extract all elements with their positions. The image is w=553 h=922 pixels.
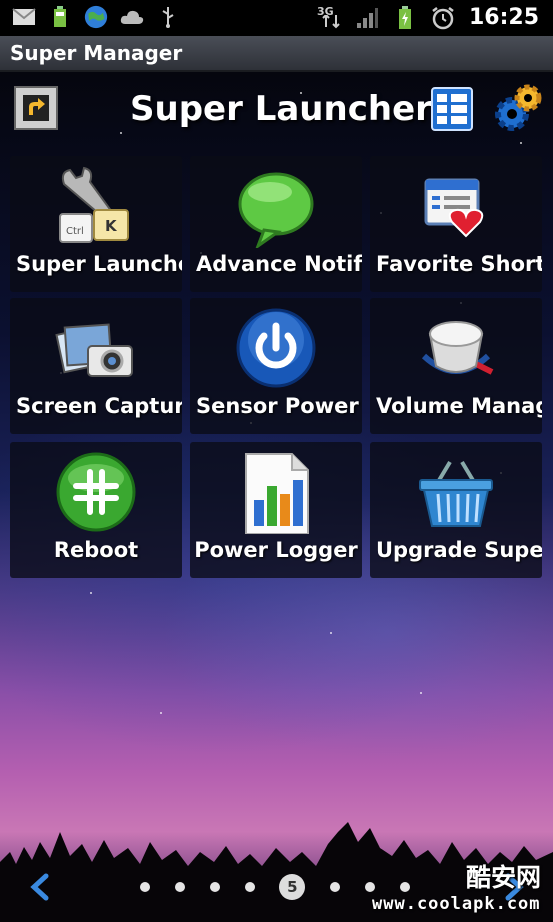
grid-view-button[interactable] [430, 86, 474, 132]
tile-volume-manager[interactable]: Volume Manag [370, 298, 542, 434]
tile-reboot[interactable]: Reboot [10, 442, 182, 578]
volume-knob-icon [414, 306, 498, 390]
tile-label: Volume Manag [376, 394, 542, 418]
tile-label: Reboot [53, 538, 139, 562]
tile-label: Advance Notifi [196, 252, 362, 276]
gmail-icon [12, 6, 36, 28]
grid-view-icon [431, 87, 473, 131]
reboot-icon [54, 450, 138, 534]
tile-upgrade-super[interactable]: Upgrade Super [370, 442, 542, 578]
app-title: Super Manager [10, 41, 183, 65]
battery-widget-icon [48, 6, 72, 28]
keyboard-wrench-icon: Ctrl K [54, 164, 138, 248]
tile-power-logger[interactable]: Power Logger [190, 442, 362, 578]
page-dot[interactable] [330, 882, 341, 892]
page-dot[interactable] [365, 882, 376, 892]
status-bar-left [12, 5, 180, 29]
shopping-basket-icon [414, 450, 498, 534]
tile-label: Screen Capture [16, 394, 182, 418]
svg-text:Ctrl: Ctrl [66, 226, 84, 237]
power-button-icon [234, 306, 318, 390]
header-title: Super Launcher [130, 89, 432, 129]
back-shortcut-button[interactable] [14, 86, 58, 130]
status-bar: 3G 16:25 [0, 0, 553, 36]
page-dot[interactable] [174, 882, 185, 892]
page-dot[interactable] [140, 882, 150, 892]
network-3g-icon: 3G [317, 5, 341, 29]
battery-icon [393, 6, 417, 29]
page-dot[interactable] [244, 882, 255, 892]
page-indicator[interactable]: 5 [140, 872, 410, 902]
tile-label: Super Launcher [16, 252, 182, 276]
app-title-bar: Super Manager [0, 36, 553, 72]
signal-icon [355, 7, 379, 29]
usb-icon [156, 6, 180, 28]
tile-label: Upgrade Super [376, 538, 542, 562]
tile-super-launcher[interactable]: Ctrl K Super Launcher [10, 156, 182, 292]
svg-text:K: K [105, 217, 118, 235]
chevron-left-icon [30, 873, 49, 901]
bar-chart-document-icon [234, 450, 318, 535]
favorite-list-heart-icon [414, 164, 498, 248]
watermark-logo: 酷安网 [466, 863, 542, 892]
watermark-url: www.coolapk.com [372, 894, 541, 914]
page-dot[interactable] [399, 882, 410, 892]
page-dot[interactable] [209, 882, 220, 892]
tile-advance-notification[interactable]: Advance Notifi [190, 156, 362, 292]
tile-sensor-power[interactable]: Sensor Power C [190, 298, 362, 434]
camera-photos-icon [54, 306, 138, 390]
tile-label: Sensor Power C [196, 394, 362, 418]
tile-screen-capture[interactable]: Screen Capture [10, 298, 182, 434]
tile-label: Favorite Shorto [376, 252, 542, 276]
settings-gear-icon [495, 84, 542, 131]
clock: 16:25 [468, 5, 539, 30]
globe-icon [84, 5, 108, 29]
tile-label: Power Logger [194, 538, 358, 562]
status-bar-right: 3G 16:25 [317, 3, 539, 33]
cloud-icon [120, 6, 144, 28]
previous-page-button[interactable] [26, 872, 56, 902]
current-page-indicator[interactable]: 5 [279, 874, 306, 900]
tile-favorite-shortcuts[interactable]: Favorite Shorto [370, 156, 542, 292]
back-shortcut-icon [23, 95, 49, 121]
speech-bubble-icon [234, 164, 318, 251]
alarm-icon [431, 7, 455, 30]
settings-button[interactable] [492, 82, 544, 134]
